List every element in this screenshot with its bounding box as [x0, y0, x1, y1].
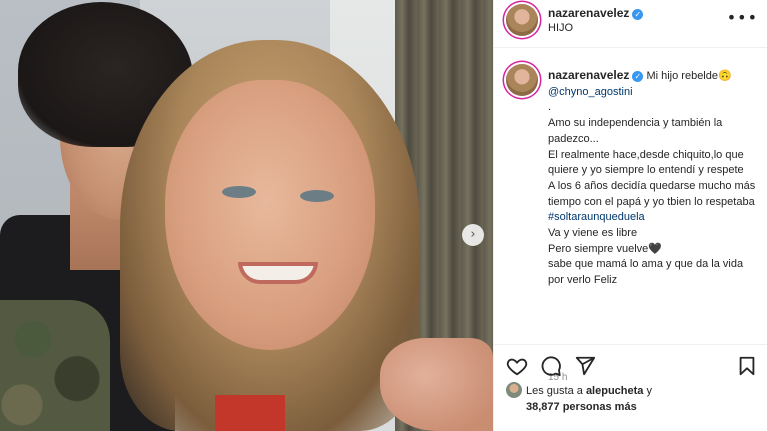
avatar[interactable]: [506, 4, 538, 36]
avatar[interactable]: [506, 64, 538, 96]
caption-hashtag[interactable]: #soltaraunqueduela: [548, 210, 758, 226]
caption-line: Va y viene es libre: [548, 227, 638, 240]
bookmark-icon[interactable]: [736, 355, 758, 377]
likes-connector: y: [646, 385, 652, 397]
heart-icon[interactable]: [506, 355, 528, 377]
man-hand: [380, 338, 493, 431]
caption-text: nazarenavelez ✓ Mi hijo rebelde🙃 @chyno_a…: [548, 68, 758, 289]
woman-right-eye: [300, 190, 334, 202]
woman-left-eye: [222, 186, 256, 198]
likes-count[interactable]: 38,877 personas más: [506, 399, 766, 415]
verified-badge-icon: ✓: [632, 9, 644, 20]
caption-line: Amo su independencia y también la padezc…: [548, 117, 723, 145]
man-camo-sleeve: [0, 300, 110, 431]
caption-line: Pero siempre vuelve🖤: [548, 242, 662, 255]
chevron-right-icon[interactable]: ›: [462, 224, 484, 246]
share-icon[interactable]: [574, 355, 596, 377]
post-location[interactable]: HIJO: [548, 22, 573, 34]
liker-username[interactable]: alepucheta: [586, 385, 643, 397]
woman-smile: [238, 262, 318, 284]
header-username[interactable]: nazarenavelez ✓: [548, 6, 644, 20]
likes-summary: Les gusta a alepucheta y 38,877 personas…: [506, 382, 766, 415]
caption-dot: .: [548, 101, 552, 114]
comment-icon[interactable]: [540, 355, 562, 377]
caption-line: El realmente hace,desde chiquito,lo que …: [548, 148, 744, 177]
verified-badge-icon: ✓: [632, 71, 644, 82]
likes-prefix: Les gusta a: [526, 385, 583, 397]
caption-line: sabe que mamá lo ama y que da la vida po…: [548, 258, 744, 287]
post-photo[interactable]: ›: [0, 0, 493, 431]
woman-red-shirt: [215, 395, 285, 431]
post-header: nazarenavelez ✓ HIJO •••: [494, 0, 767, 48]
action-bar: [494, 344, 767, 382]
post-sidebar: nazarenavelez ✓ HIJO ••• nazarenavelez ✓ M…: [493, 0, 767, 431]
caption-mention[interactable]: @chyno_agostini: [548, 85, 758, 101]
avatar[interactable]: [506, 382, 522, 398]
caption-title: Mi hijo rebelde: [646, 70, 718, 82]
caption-username[interactable]: nazarenavelez: [548, 68, 629, 82]
more-options-icon[interactable]: •••: [727, 8, 758, 27]
woman-face: [165, 80, 375, 350]
username-text[interactable]: nazarenavelez: [548, 6, 629, 20]
caption-line: A los 6 años decidía quedarse mucho más …: [548, 179, 756, 208]
emoji-icon: 🙃: [718, 70, 732, 82]
